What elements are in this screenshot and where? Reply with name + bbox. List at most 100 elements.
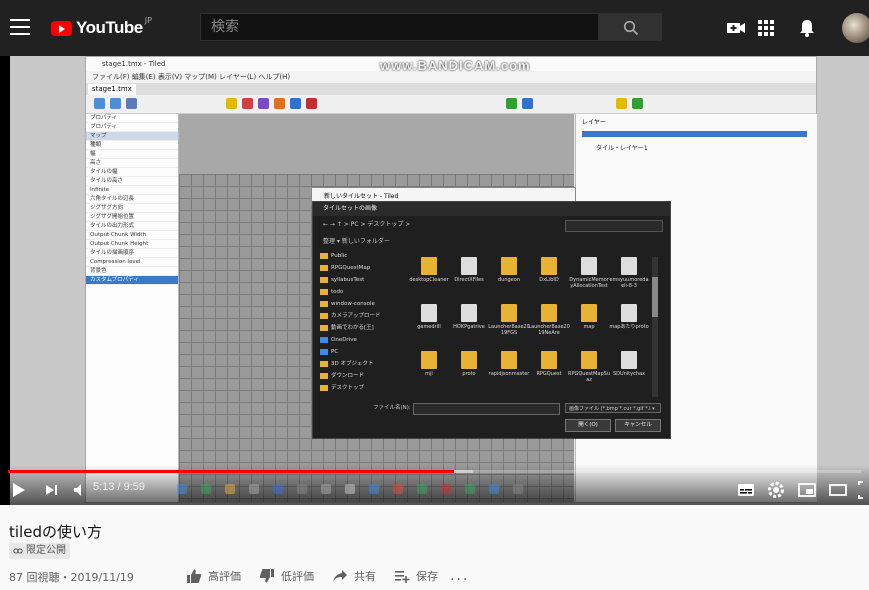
playlist-add-icon xyxy=(395,571,410,583)
views-and-date: 87 回視聴・2019/11/19 xyxy=(9,571,134,584)
fullscreen-icon[interactable] xyxy=(857,480,869,500)
file-item: HOKPgatrive xyxy=(448,304,490,344)
file-item: DynamicMemoryAllocationTest xyxy=(568,257,610,297)
region-label: JP xyxy=(144,16,152,25)
file-name: emsyuumoredaeli-8-3 xyxy=(609,277,649,289)
file-name: RPGQuestMapSuaz xyxy=(568,371,611,383)
property-row: 高さ xyxy=(86,159,178,168)
hamburger-menu-icon[interactable] xyxy=(10,19,30,35)
file-icon xyxy=(621,257,637,275)
more-actions-button[interactable]: ... xyxy=(450,568,469,584)
file-name: mji xyxy=(425,371,433,377)
masthead: YouTube JP xyxy=(0,0,869,56)
file-item: rapidjsonmaster xyxy=(488,351,530,391)
dislike-button[interactable]: 低評価 xyxy=(259,568,314,584)
next-icon[interactable] xyxy=(44,480,60,500)
file-icon xyxy=(461,257,477,275)
youtube-logo[interactable]: YouTube JP xyxy=(51,16,152,38)
property-row: 種類 xyxy=(86,141,178,150)
nav-item: Public xyxy=(313,250,403,262)
property-row: タイルの描画順序 xyxy=(86,249,178,258)
file-name: dungeon xyxy=(498,277,520,283)
file-item: Launcher8ase2019NeAre xyxy=(528,304,570,344)
property-row: タイルの幅 xyxy=(86,168,178,177)
share-arrow-icon xyxy=(333,570,347,582)
share-button[interactable]: 共有 xyxy=(332,568,376,584)
nav-item: RPGQuestMap xyxy=(313,262,403,274)
tool-stamp-icon xyxy=(226,98,237,109)
property-row: 六角タイルの辺長 xyxy=(86,195,178,204)
file-icon xyxy=(581,257,597,275)
settings-gear-icon[interactable] xyxy=(766,480,786,500)
progress-bar[interactable] xyxy=(8,470,861,473)
folder-icon xyxy=(541,304,557,322)
property-row: プロパティ xyxy=(86,123,178,132)
file-icon xyxy=(421,304,437,322)
dialog-search-box xyxy=(565,220,663,232)
account-avatar[interactable] xyxy=(842,13,869,43)
tool-fill-icon xyxy=(258,98,269,109)
filename-input xyxy=(413,403,560,415)
file-name: DxLibID xyxy=(539,277,559,283)
nav-item: デスクトップ xyxy=(313,382,403,394)
property-row: プロパティ xyxy=(86,114,178,123)
nav-item: PC xyxy=(313,346,403,358)
dialog-command-bar: 整理 ▾ 新しいフォルダー xyxy=(323,238,390,245)
logo-text: YouTube xyxy=(76,18,143,37)
apps-grid-icon[interactable] xyxy=(755,17,777,39)
folder-icon xyxy=(461,351,477,369)
file-dialog: タイルセットの画像 ← → ↑ > PC > デスクトップ > 整理 ▾ 新しい… xyxy=(312,201,671,439)
file-icon xyxy=(461,304,477,322)
file-item: desktopCleaner xyxy=(408,257,450,297)
progress-played xyxy=(8,470,455,473)
file-name: DirectXFiles xyxy=(454,277,484,283)
search-input[interactable] xyxy=(201,14,598,40)
file-name: DynamicMemoryAllocationTest xyxy=(569,277,609,289)
volume-icon[interactable] xyxy=(72,480,90,500)
file-name: HOKPgatrive xyxy=(453,324,485,330)
property-row: マップ xyxy=(86,132,178,141)
property-row: タイルの高さ xyxy=(86,177,178,186)
file-name: Launcher8ase2019NeAre xyxy=(528,324,570,336)
tool-rect-icon xyxy=(306,98,317,109)
create-video-icon[interactable] xyxy=(725,17,747,39)
opacity-slider xyxy=(582,131,807,137)
tool-eraser-icon xyxy=(274,98,285,109)
nav-item: ダウンロード xyxy=(313,370,403,382)
video-player[interactable]: stage1.tmx - Tiled ファイル(F) 編集(E) 表示(V) マ… xyxy=(0,56,869,505)
miniplayer-icon[interactable] xyxy=(797,480,817,500)
youtube-play-icon xyxy=(51,20,72,36)
subtitles-icon[interactable] xyxy=(737,480,755,500)
dialog-title: タイルセットの画像 xyxy=(313,202,670,216)
like-button[interactable]: 高評価 xyxy=(186,568,241,584)
file-name: gamedrill xyxy=(417,324,441,330)
folder-icon xyxy=(421,257,437,275)
property-row: Output Chunk Width xyxy=(86,231,178,240)
video-title: tiledの使い方 xyxy=(9,523,102,541)
tool-misc-icon xyxy=(616,98,627,109)
action-bar: 高評価 低評価 共有 保存 ... xyxy=(186,566,469,586)
theater-mode-icon[interactable] xyxy=(828,480,848,500)
file-item: gamedrill xyxy=(408,304,450,344)
tool-text-icon xyxy=(522,98,533,109)
privacy-badge: 限定公開 xyxy=(9,543,70,559)
player-controls: 5:13 / 9:59 xyxy=(0,478,869,502)
play-icon[interactable] xyxy=(11,480,27,500)
search-button[interactable] xyxy=(598,13,662,41)
file-item: RPGQuest xyxy=(528,351,570,391)
file-item: DxLibID xyxy=(528,257,570,297)
notifications-bell-icon[interactable] xyxy=(796,17,818,39)
thumbs-down-icon xyxy=(259,569,274,583)
folder-icon xyxy=(541,257,557,275)
file-name: proto xyxy=(462,371,476,377)
save-button[interactable]: 保存 xyxy=(394,568,438,584)
filetype-select: 画像ファイル (*.bmp *.cur *.gif *.i ▾ xyxy=(565,403,661,413)
dialog-file-grid: desktopCleaner DirectXFiles dungeon DxLibID… xyxy=(408,257,649,397)
dialog-cancel-button: キャンセル xyxy=(615,419,661,432)
property-row: カスタムプロパティ xyxy=(86,276,178,285)
folder-icon xyxy=(501,351,517,369)
tool-new-icon xyxy=(94,98,105,109)
folder-icon xyxy=(581,351,597,369)
property-row: ジグザグ方向 xyxy=(86,204,178,213)
nav-item: 動画でわかる[王] xyxy=(313,322,403,334)
